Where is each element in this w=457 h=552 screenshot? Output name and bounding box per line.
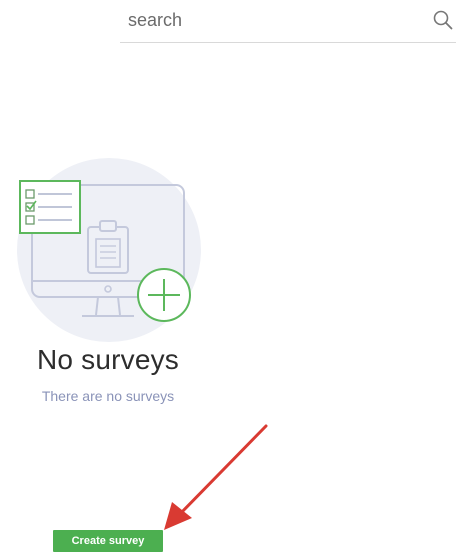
survey-monitor-icon [17, 158, 201, 342]
search-input[interactable] [128, 6, 418, 34]
create-survey-button[interactable]: Create survey [53, 530, 163, 552]
search-bar [120, 0, 456, 43]
red-arrow-icon [164, 424, 268, 530]
search-icon[interactable] [432, 9, 454, 31]
empty-state-subtitle: There are no surveys [41, 388, 175, 404]
empty-state-title: No surveys [36, 344, 180, 375]
